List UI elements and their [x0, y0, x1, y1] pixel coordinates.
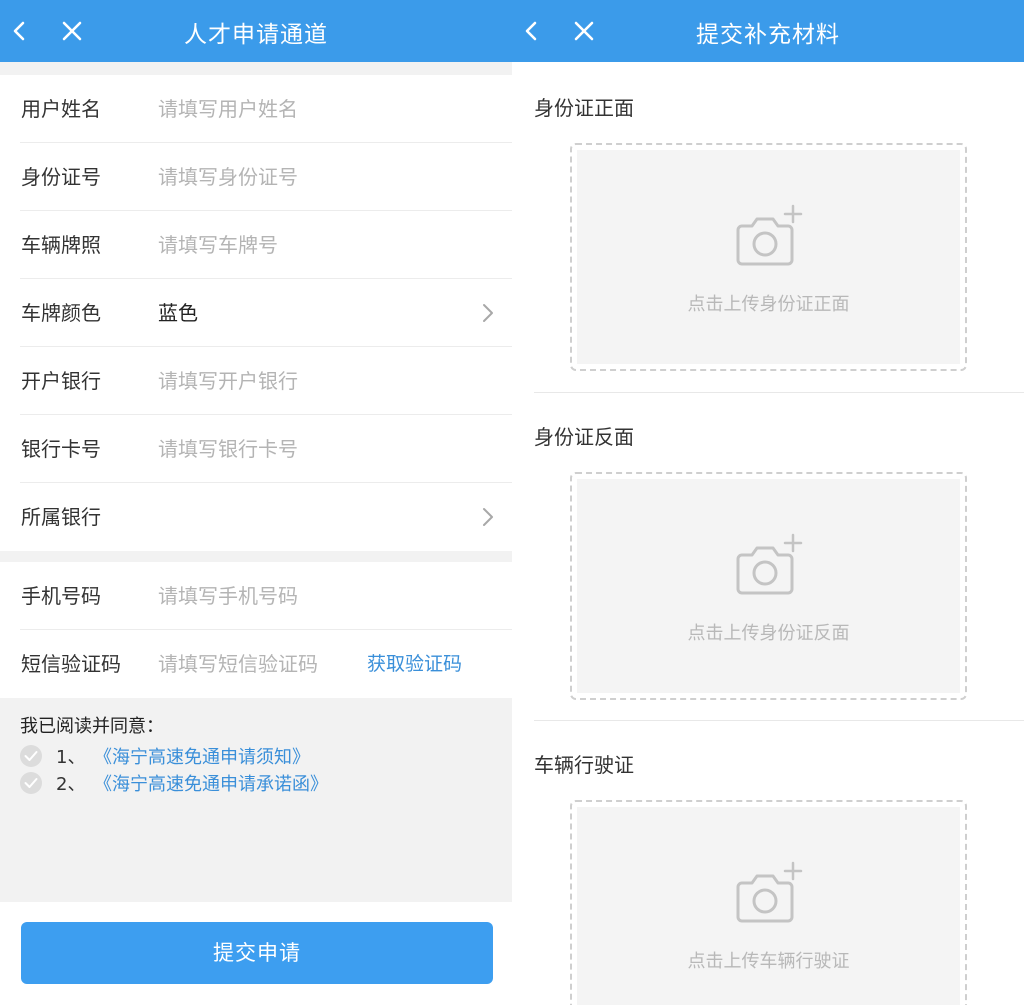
- bank-branch-input[interactable]: 请填写开户银行: [158, 347, 298, 415]
- form-row-plate-number[interactable]: 车辆牌照 请填写车牌号: [0, 211, 512, 279]
- agreement-pledge-link[interactable]: 《海宁高速免通申请承诺函》: [94, 770, 328, 796]
- upload-area: 点击上传身份证反面: [577, 479, 960, 693]
- upload-id-back-button[interactable]: 点击上传身份证反面: [570, 472, 967, 700]
- upload-hint: 点击上传身份证反面: [687, 623, 850, 644]
- section-divider: [534, 392, 1024, 393]
- plate-color-select[interactable]: 蓝色: [158, 279, 198, 347]
- upload-hint: 点击上传身份证正面: [687, 294, 850, 315]
- materials-screen: 提交补充材料 身份证正面 点击上传身份证正面 身份证反面 点击上传身份证反面 车…: [512, 0, 1024, 1005]
- agreement-section: 我已阅读并同意： 1、 《海宁高速免通申请须知》 2、 《海宁高速免通申请承诺函…: [0, 698, 512, 902]
- chevron-right-icon: [482, 507, 494, 527]
- nav-bar: 人才申请通道: [0, 0, 512, 62]
- application-screen: 人才申请通道 用户姓名 请填写用户姓名 身份证号 请填写身份证号 车辆牌照 请填…: [0, 0, 512, 1005]
- upload-title: 身份证反面: [534, 425, 634, 449]
- form-row-sms-code[interactable]: 短信验证码 请填写短信验证码 获取验证码: [0, 630, 512, 698]
- id-number-input[interactable]: 请填写身份证号: [158, 143, 298, 211]
- agreement-number: 1、: [56, 747, 86, 768]
- page-title: 人才申请通道: [184, 22, 328, 48]
- nav-bar: 提交补充材料: [512, 0, 1024, 62]
- card-number-input[interactable]: 请填写银行卡号: [158, 415, 298, 483]
- field-label: 身份证号: [21, 165, 101, 189]
- upload-area: 点击上传身份证正面: [577, 150, 960, 364]
- check-circle-icon[interactable]: [20, 772, 42, 794]
- get-code-button[interactable]: 获取验证码: [367, 630, 462, 698]
- field-label: 银行卡号: [21, 437, 101, 461]
- field-label: 车辆牌照: [21, 233, 101, 257]
- agreement-title: 我已阅读并同意：: [20, 716, 164, 737]
- form-row-card-number[interactable]: 银行卡号 请填写银行卡号: [0, 415, 512, 483]
- chevron-right-icon: [482, 303, 494, 323]
- phone-input[interactable]: 请填写手机号码: [158, 562, 298, 630]
- form-row-id-number[interactable]: 身份证号 请填写身份证号: [0, 143, 512, 211]
- upload-title: 身份证正面: [534, 96, 634, 120]
- form-row-phone[interactable]: 手机号码 请填写手机号码: [0, 562, 512, 630]
- sms-code-input[interactable]: 请填写短信验证码: [158, 630, 318, 698]
- applicant-info-form: 用户姓名 请填写用户姓名 身份证号 请填写身份证号 车辆牌照 请填写车牌号 车牌…: [0, 75, 512, 551]
- field-label: 短信验证码: [21, 652, 121, 676]
- field-label: 手机号码: [21, 584, 101, 608]
- field-label: 开户银行: [21, 369, 101, 393]
- camera-plus-icon: [734, 202, 804, 270]
- upload-title: 车辆行驶证: [534, 753, 634, 777]
- form-row-plate-color[interactable]: 车牌颜色 蓝色: [0, 279, 512, 347]
- user-name-input[interactable]: 请填写用户姓名: [158, 75, 298, 143]
- form-row-user-name[interactable]: 用户姓名 请填写用户姓名: [0, 75, 512, 143]
- submit-application-button[interactable]: 提交申请: [21, 922, 493, 984]
- field-label: 用户姓名: [21, 97, 101, 121]
- camera-plus-icon: [734, 531, 804, 599]
- upload-id-front-button[interactable]: 点击上传身份证正面: [570, 143, 967, 371]
- page-title: 提交补充材料: [696, 22, 840, 48]
- upload-vehicle-license-button[interactable]: 点击上传车辆行驶证: [570, 800, 967, 1005]
- check-circle-icon[interactable]: [20, 745, 42, 767]
- form-row-bank-branch[interactable]: 开户银行 请填写开户银行: [0, 347, 512, 415]
- form-row-bank[interactable]: 所属银行: [0, 483, 512, 551]
- contact-form: 手机号码 请填写手机号码 短信验证码 请填写短信验证码 获取验证码: [0, 562, 512, 698]
- plate-number-input[interactable]: 请填写车牌号: [158, 211, 278, 279]
- camera-plus-icon: [734, 859, 804, 927]
- upload-hint: 点击上传车辆行驶证: [687, 951, 850, 972]
- agreement-notice-link[interactable]: 《海宁高速免通申请须知》: [94, 743, 310, 769]
- upload-area: 点击上传车辆行驶证: [577, 807, 960, 1005]
- field-label: 车牌颜色: [21, 301, 101, 325]
- agreement-number: 2、: [56, 774, 86, 795]
- field-label: 所属银行: [21, 505, 101, 529]
- section-divider: [534, 720, 1024, 721]
- footer-bar: 提交申请: [0, 902, 512, 1005]
